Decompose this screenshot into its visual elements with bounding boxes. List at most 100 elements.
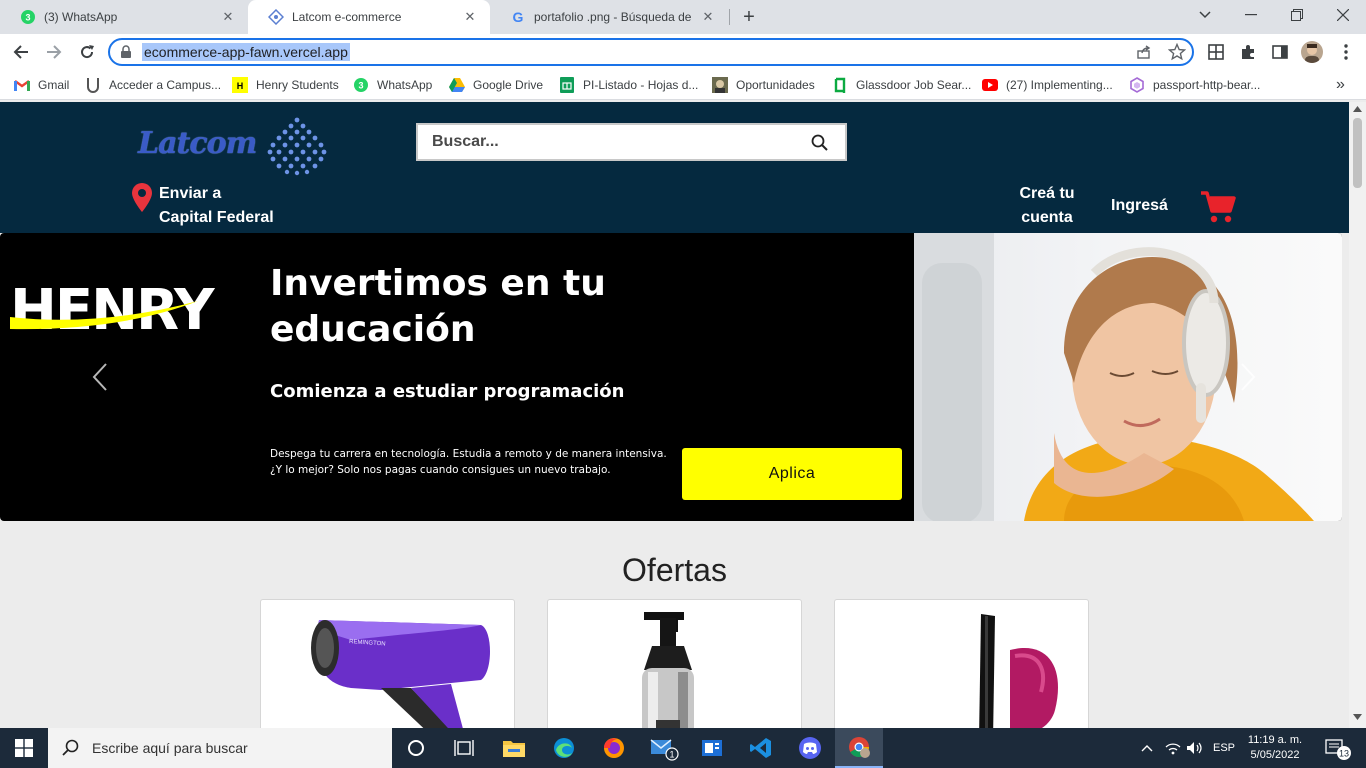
star-icon[interactable] (1167, 42, 1187, 66)
tab-search-chevron-icon[interactable] (1182, 0, 1228, 30)
product-image-hairdryer: REMINGTON (311, 620, 490, 728)
search-input[interactable] (432, 131, 802, 153)
scrollbar-thumb[interactable] (1353, 118, 1362, 188)
bookmark-henry-students[interactable]: H Henry Students (232, 76, 339, 94)
henry-swoosh-icon (10, 301, 198, 330)
scroll-down-arrow-icon[interactable] (1353, 714, 1362, 720)
product-card-hairdryer[interactable]: REMINGTON (260, 599, 515, 728)
chrome-icon[interactable] (835, 728, 883, 768)
windows-start-icon[interactable] (0, 728, 48, 768)
google-drive-icon (449, 77, 465, 93)
banner-photo (914, 233, 1342, 521)
banner-subheadline: Comienza a estudiar programación (270, 381, 625, 402)
profile-avatar[interactable] (1301, 41, 1323, 63)
tab-whatsapp[interactable]: 3 (3) WhatsApp ✕ (0, 0, 248, 34)
search-icon (62, 739, 79, 756)
whatsapp-icon: 3 (20, 9, 36, 25)
share-icon[interactable] (1136, 44, 1152, 65)
page-scrollbar[interactable] (1349, 102, 1366, 728)
carousel-prev-chevron-icon[interactable] (90, 361, 110, 398)
edge-icon[interactable] (540, 728, 588, 768)
wifi-icon[interactable] (1162, 728, 1184, 768)
vscode-icon[interactable] (737, 728, 785, 768)
new-tab-button[interactable]: + (736, 4, 762, 30)
sheets-icon (559, 77, 575, 93)
tab-latcom[interactable]: Latcom e-commerce ✕ (248, 0, 490, 34)
forward-arrow-icon[interactable] (40, 38, 68, 66)
latcom-favicon-icon (268, 9, 284, 25)
bookmark-whatsapp[interactable]: 3 WhatsApp (353, 76, 432, 94)
product-search (416, 123, 847, 161)
latcom-logo[interactable]: Latcom (136, 116, 336, 178)
cortana-icon[interactable] (392, 728, 440, 768)
tab-strip: 3 (3) WhatsApp ✕ Latcom e-commerce ✕ G p… (0, 0, 1366, 34)
window-close-icon[interactable] (1320, 0, 1366, 30)
clock-time: 11:19 a. m. (1247, 734, 1303, 746)
reload-icon[interactable] (73, 38, 101, 66)
taskbar-search[interactable]: Escribe aquí para buscar (48, 728, 392, 768)
banner-body: Despega tu carrera en tecnología. Estudi… (270, 448, 667, 476)
volume-icon[interactable] (1184, 728, 1206, 768)
bookmark-gmail[interactable]: Gmail (14, 76, 69, 94)
extensions-puzzle-icon[interactable] (1238, 42, 1258, 67)
close-icon[interactable]: ✕ (220, 9, 236, 25)
lock-icon[interactable] (120, 45, 132, 64)
firefox-icon[interactable] (590, 728, 638, 768)
language-indicator[interactable]: ESP (1208, 728, 1240, 768)
close-icon[interactable]: ✕ (700, 9, 716, 25)
scroll-up-arrow-icon[interactable] (1353, 106, 1362, 112)
bookmark-google-drive[interactable]: Google Drive (449, 76, 543, 94)
minimize-icon[interactable] (1228, 0, 1274, 30)
gmail-icon (14, 77, 30, 93)
tray-overflow-chevron-icon[interactable] (1136, 728, 1158, 768)
tab-title: portafolio .png - Búsqueda de Go (534, 10, 692, 24)
svg-text:13: 13 (1339, 749, 1349, 759)
url-text[interactable]: ecommerce-app-fawn.vercel.app (142, 43, 350, 61)
apps-grid-icon[interactable] (1206, 42, 1226, 67)
create-account-link[interactable]: Creá tu cuenta (1014, 182, 1080, 232)
bookmark-passport[interactable]: passport-http-bear... (1129, 76, 1260, 94)
address-bar[interactable]: ecommerce-app-fawn.vercel.app (108, 38, 1194, 66)
glassdoor-icon (832, 77, 848, 93)
cart-icon[interactable] (1200, 190, 1236, 224)
ship-to-label: Enviar a (159, 185, 222, 202)
restore-icon[interactable] (1274, 0, 1320, 30)
shipping-location[interactable]: Enviar a Capital Federal (130, 182, 290, 232)
task-view-icon[interactable] (440, 728, 488, 768)
clock[interactable]: 11:19 a. m. 5/05/2022 (1244, 728, 1306, 768)
bookmark-oportunidades[interactable]: Oportunidades (712, 76, 815, 94)
svg-text:1: 1 (669, 750, 674, 760)
side-panel-icon[interactable] (1270, 42, 1290, 67)
discord-icon[interactable] (786, 728, 834, 768)
tab-google-search[interactable]: G portafolio .png - Búsqueda de Go ✕ (490, 0, 728, 34)
svg-text:G: G (513, 9, 524, 25)
notifications-icon[interactable]: 13 (1318, 728, 1358, 768)
hero-carousel: HENRY Invertimos en tu educación Comienz… (0, 233, 1342, 521)
product-card-lotion[interactable] (547, 599, 802, 728)
bookmark-glassdoor[interactable]: Glassdoor Job Sear... (832, 76, 971, 94)
svg-text:3: 3 (25, 13, 30, 23)
page-viewport: Latcom Buscar... Enviar a Capital Federa… (0, 102, 1349, 728)
apply-button[interactable]: Aplica (682, 448, 902, 500)
search-icon[interactable] (811, 134, 829, 157)
mail-icon[interactable]: 1 (640, 728, 688, 768)
bookmark-youtube[interactable]: (27) Implementing... (982, 76, 1113, 94)
tab-title: (3) WhatsApp (44, 10, 118, 24)
menu-kebab-icon[interactable] (1336, 42, 1356, 67)
login-link[interactable]: Ingresá (1111, 194, 1168, 218)
file-explorer-icon[interactable] (490, 728, 538, 768)
product-image-lipstick (979, 614, 1058, 728)
location-pin-icon (132, 183, 152, 212)
ship-city: Capital Federal (159, 209, 274, 226)
back-arrow-icon[interactable] (7, 38, 35, 66)
news-app-icon[interactable] (688, 728, 736, 768)
logo-wordmark: Latcom (138, 126, 257, 161)
product-image-lotion-bottle (642, 612, 694, 728)
product-card-lipstick[interactable] (834, 599, 1089, 728)
bookmarks-overflow-chevron[interactable]: » (1336, 76, 1345, 94)
bookmark-pi-listado[interactable]: PI-Listado - Hojas d... (559, 76, 698, 94)
close-icon[interactable]: ✕ (462, 9, 478, 25)
bookmark-campus[interactable]: Acceder a Campus... (85, 76, 221, 94)
site-header: Latcom Buscar... Enviar a Capital Federa… (0, 102, 1349, 233)
carousel-next-chevron-icon[interactable] (1238, 361, 1258, 398)
